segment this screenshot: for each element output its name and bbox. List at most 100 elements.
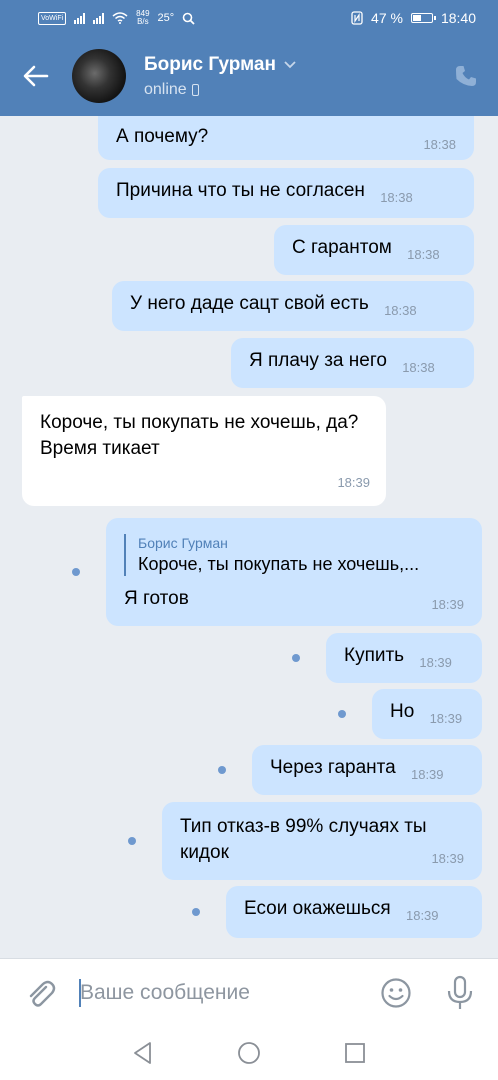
presence-status: online xyxy=(144,80,187,98)
message-row: Через гаранта 18:39 xyxy=(218,745,482,795)
message-time: 18:38 xyxy=(423,137,456,152)
message-text: Я плачу за него xyxy=(249,350,387,371)
unread-indicator xyxy=(192,908,200,916)
message-time: 18:38 xyxy=(380,190,413,205)
signal-icon xyxy=(93,12,105,24)
message-time: 18:38 xyxy=(402,360,435,375)
status-bar: VoWiFi 849 B/s 25° 47 % 18:40 xyxy=(0,0,498,36)
message-text: А почему? xyxy=(116,126,209,147)
outgoing-message[interactable]: С гарантом 18:38 xyxy=(274,225,474,275)
message-time: 18:39 xyxy=(431,851,464,866)
emoji-icon xyxy=(381,978,411,1008)
message-row: Я плачу за него 18:38 xyxy=(231,338,474,388)
message-row: С гарантом 18:38 xyxy=(274,225,474,275)
message-time: 18:39 xyxy=(337,475,370,490)
message-time: 18:38 xyxy=(407,247,440,262)
message-list[interactable]: А почему? 18:38 Причина что ты не соглас… xyxy=(0,116,498,958)
chat-header: Борис Гурман online xyxy=(0,36,498,116)
message-time: 18:39 xyxy=(431,597,464,612)
incoming-message[interactable]: Короче, ты покупать не хочешь, да? Время… xyxy=(22,396,386,506)
back-arrow-icon xyxy=(23,65,49,87)
message-time: 18:39 xyxy=(419,655,452,670)
outgoing-message[interactable]: А почему? 18:38 xyxy=(98,116,474,160)
mobile-icon xyxy=(191,83,199,96)
voice-message-button[interactable] xyxy=(446,975,474,1011)
status-left: VoWiFi 849 B/s 25° xyxy=(38,10,195,26)
message-row: А почему? 18:38 xyxy=(98,116,474,160)
vowifi-badge: VoWiFi xyxy=(38,11,67,25)
speed-unit: B/s xyxy=(137,17,149,26)
message-row: Короче, ты покупать не хочешь, да? Время… xyxy=(22,396,386,506)
unread-indicator xyxy=(128,837,136,845)
message-text: Причина что ты не согласен xyxy=(116,180,365,201)
outgoing-message[interactable]: Я плачу за него 18:38 xyxy=(231,338,474,388)
reply-quote[interactable]: Борис Гурман Короче, ты покупать не хоче… xyxy=(124,534,464,576)
outgoing-message[interactable]: Есои окажешься 18:39 xyxy=(226,886,482,938)
message-text: Но xyxy=(390,701,415,722)
message-text: Короче, ты покупать не хочешь, да? Время… xyxy=(40,412,359,459)
message-row: Но 18:39 xyxy=(338,689,482,739)
outgoing-message[interactable]: Тип отказ-в 99% случаях ты кидок 18:39 xyxy=(162,802,482,880)
message-time: 18:39 xyxy=(405,908,439,923)
microphone-icon xyxy=(447,975,473,1009)
phone-icon xyxy=(456,66,476,86)
message-row: Купить 18:39 xyxy=(292,633,482,683)
reply-text: Короче, ты покупать не хочешь,... xyxy=(138,554,420,574)
avatar[interactable] xyxy=(72,49,126,103)
message-row: Причина что ты не согласен 18:38 xyxy=(98,168,474,218)
outgoing-message[interactable]: Через гаранта 18:39 xyxy=(252,745,482,795)
contact-name: Борис Гурман xyxy=(144,53,276,75)
battery-fill xyxy=(412,15,421,21)
message-text: С гарантом xyxy=(292,237,392,258)
unread-indicator xyxy=(292,654,300,662)
message-row: Есои окажешься 18:39 xyxy=(192,886,482,938)
nav-back-button[interactable] xyxy=(130,1040,156,1066)
outgoing-message[interactable]: У него даде сацт свой есть 18:38 xyxy=(112,281,474,331)
reply-author: Борис Гурман xyxy=(138,535,228,551)
contact-info[interactable]: Борис Гурман online xyxy=(144,54,296,99)
message-row: Тип отказ-в 99% случаях ты кидок 18:39 xyxy=(128,802,482,880)
message-time: 18:39 xyxy=(410,767,444,782)
message-text: Купить xyxy=(344,645,405,666)
message-text: У него даде сацт свой есть xyxy=(130,293,369,314)
unread-indicator xyxy=(72,568,80,576)
message-text: Есои окажешься xyxy=(244,898,391,919)
message-time: 18:39 xyxy=(429,711,463,726)
nav-recents-button[interactable] xyxy=(342,1040,368,1066)
status-right: 47 % 18:40 xyxy=(351,10,476,26)
call-button[interactable] xyxy=(452,62,480,90)
back-button[interactable] xyxy=(0,36,72,116)
system-nav-bar xyxy=(0,1026,498,1080)
message-time: 18:38 xyxy=(384,303,417,318)
message-row: У него даде сацт свой есть 18:38 xyxy=(112,281,474,331)
emoji-button[interactable] xyxy=(380,977,412,1009)
battery-icon xyxy=(410,13,436,23)
search-icon xyxy=(182,12,195,25)
outgoing-message[interactable]: Но 18:39 xyxy=(372,689,482,739)
unread-indicator xyxy=(338,710,346,718)
nfc-icon xyxy=(351,11,363,25)
signal-icon xyxy=(74,12,86,24)
recents-square-icon xyxy=(345,1043,365,1063)
message-text: Через гаранта xyxy=(270,757,396,778)
message-text: Я готов xyxy=(124,588,189,609)
wifi-icon xyxy=(112,12,128,24)
temperature: 25° xyxy=(157,12,175,24)
outgoing-message[interactable]: Причина что ты не согласен 18:38 xyxy=(98,168,474,218)
battery-percent: 47 % xyxy=(371,10,403,26)
attach-button[interactable] xyxy=(24,977,56,1009)
message-row: Борис Гурман Короче, ты покупать не хоче… xyxy=(72,518,482,626)
chevron-down-icon xyxy=(284,60,296,68)
message-composer xyxy=(0,958,498,1026)
message-input[interactable] xyxy=(80,975,360,1011)
clock: 18:40 xyxy=(440,10,476,26)
paperclip-icon xyxy=(29,980,56,1007)
message-text: Тип отказ-в 99% случаях ты кидок xyxy=(180,816,427,863)
outgoing-message[interactable]: Купить 18:39 xyxy=(326,633,482,683)
outgoing-message[interactable]: Борис Гурман Короче, ты покупать не хоче… xyxy=(106,518,482,626)
nav-home-button[interactable] xyxy=(236,1040,262,1066)
network-speed: 849 B/s xyxy=(136,10,149,26)
home-circle-icon xyxy=(238,1042,260,1064)
back-triangle-icon xyxy=(134,1042,151,1064)
unread-indicator xyxy=(218,766,226,774)
